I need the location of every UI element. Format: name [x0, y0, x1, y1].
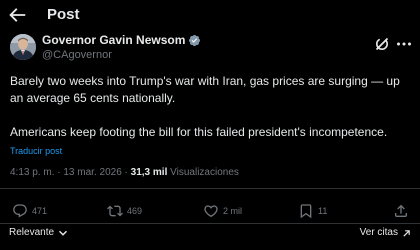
post-meta: 4:13 p. m. · 13 mar. 2026 · 31,3 mil Vis… [10, 166, 239, 180]
post-date[interactable]: 13 mar. 2026 [63, 167, 121, 178]
share-icon [395, 204, 407, 217]
post-author: Governor Gavin Newsom @CAgovernor [0, 32, 420, 66]
author-handle[interactable]: @CAgovernor [42, 48, 112, 62]
heart-icon [204, 205, 218, 218]
bookmark-count: 11 [318, 206, 328, 216]
post-actions: 471 469 2 mil 11 [0, 202, 420, 220]
bookmark-icon [300, 204, 312, 219]
translate-post-link[interactable]: Traducir post [10, 145, 62, 157]
views-label: Visualizaciones [170, 167, 239, 178]
quotes-label: Ver citas [359, 227, 398, 238]
sort-label: Relevante [9, 227, 55, 238]
verified-badge-icon [189, 34, 201, 47]
post-text: Barely two weeks into Trump's war with I… [10, 73, 414, 141]
avatar[interactable] [10, 34, 36, 60]
post-time[interactable]: 4:13 p. m. [10, 167, 54, 178]
meta-separator: · [57, 167, 61, 178]
repost-icon [107, 205, 123, 217]
avatar-photo-icon [10, 34, 36, 60]
grok-icon [375, 37, 389, 51]
views-count: 31,3 mil [130, 167, 168, 178]
grok-button[interactable] [374, 36, 390, 52]
repost-button[interactable]: 469 [107, 202, 142, 220]
page-title: Post [47, 6, 80, 23]
divider [0, 188, 420, 189]
meta-separator: · [124, 167, 128, 178]
chevron-down-icon [59, 230, 68, 236]
reply-count: 471 [32, 206, 48, 216]
author-name-row: Governor Gavin Newsom [42, 33, 201, 48]
reply-icon [13, 204, 27, 218]
view-quotes-link[interactable]: Ver citas [360, 226, 411, 240]
arrow-left-icon [9, 8, 26, 22]
reply-button[interactable]: 471 [12, 202, 47, 220]
more-horizontal-icon [397, 42, 411, 46]
post-text-line: Barely two weeks into Trump's war with I… [10, 74, 400, 88]
share-button[interactable] [393, 202, 409, 220]
divider [0, 223, 420, 224]
top-header: Post [0, 0, 420, 32]
like-count: 2 mil [223, 206, 243, 216]
back-button[interactable] [6, 4, 28, 26]
bookmark-button[interactable]: 11 [298, 202, 327, 220]
post-text-line: Americans keep footing the bill for this… [10, 125, 388, 139]
repost-count: 469 [127, 206, 143, 216]
arrow-up-right-icon [403, 229, 410, 237]
author-display-name[interactable]: Governor Gavin Newsom [42, 33, 185, 48]
sort-replies-select[interactable]: Relevante [9, 226, 68, 240]
post-text-line: an average 65 cents nationally. [10, 91, 176, 105]
more-options-button[interactable] [395, 36, 413, 52]
like-button[interactable]: 2 mil [203, 202, 242, 220]
replies-bar: Relevante Ver citas [0, 226, 420, 242]
